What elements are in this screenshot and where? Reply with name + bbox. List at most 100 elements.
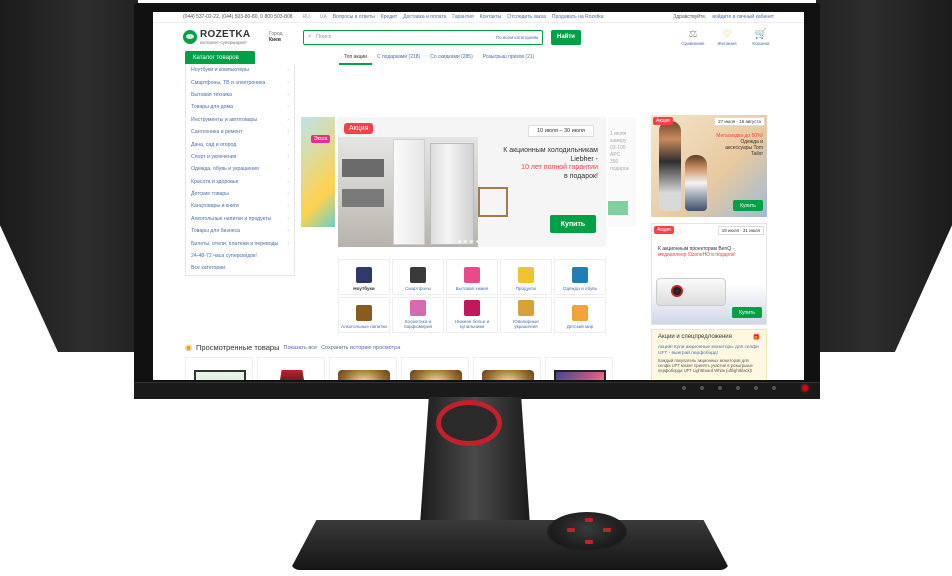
viewed-item-chair[interactable] [257,357,325,380]
monitor-button[interactable] [718,386,722,390]
catalog-item-sport[interactable]: Спорт и увлечения › [186,151,294,163]
slider-prev-preview[interactable]: Экска [301,117,335,227]
wishlist-button[interactable]: ♡ Желания [714,29,740,46]
promotion-link[interactable]: Акция! Купи акционные мониторы для селфи… [658,345,760,356]
slider-dot[interactable] [470,240,473,243]
slider-next-preview[interactable]: 1 июля камеру 03-100 APC 350 подарок [608,117,636,227]
catalog-item-clothing[interactable]: Одежда, обувь и украшения › [186,163,294,175]
product-image [482,370,534,380]
tab-prize-draws[interactable]: Розыгрыш призов (21) [478,51,540,65]
logo-text: ROZETKA интернет-супермаркет [200,28,251,45]
tile-clothing[interactable]: Одежда и обувь [554,259,606,295]
catalog-item-label: Спорт и увлечения [191,153,237,160]
monitor-button[interactable] [700,386,704,390]
topbar-link-faq[interactable]: Вопросы и ответы [333,14,375,20]
promo-slider[interactable]: Акция 10 июля – 30 июля К акционным холо… [338,117,606,247]
tile-underwear[interactable]: Нижнее белье и купальники [446,297,498,333]
tile-smartphones[interactable]: Смартфоны [392,259,444,295]
search-category-select[interactable]: По всем категориям [496,35,542,40]
lang-ru[interactable]: RU [303,14,310,20]
controller-key[interactable] [585,518,593,522]
catalog-item-garden[interactable]: Дача, сад и огород › [186,138,294,150]
topbar-link-credit[interactable]: Кредит [381,14,397,20]
tile-cosmetics[interactable]: Косметика и парфюмерия [392,297,444,333]
controller-key[interactable] [603,528,611,532]
tile-jewelry[interactable]: Ювелирные украшения [500,297,552,333]
catalog-item-tickets[interactable]: Билеты, отели, платежи и переводы › [186,237,294,249]
tile-laptops[interactable]: Ноутбуки [338,259,390,295]
banner-buy-button[interactable]: Купить [733,200,763,211]
monitor-screen: (044) 537-02-22, (044) 503-80-80, 0 800 … [153,12,804,380]
slider-buy-button[interactable]: Купить [550,215,596,233]
viewed-item-box[interactable] [329,357,397,380]
catalog-item-superdiscounts[interactable]: 24-48-72 часа суперскидок! [186,250,294,262]
catalog-item-all[interactable]: Все категории [186,262,294,274]
monitor-hood-left [0,0,138,352]
s-switch-controller[interactable] [547,512,627,552]
show-all-link[interactable]: Показать все [284,345,318,351]
tile-alcohol[interactable]: Алкогольные напитки [338,297,390,333]
topbar-link-warranty[interactable]: Гарантия [452,14,473,20]
search-button[interactable]: Найти [551,29,581,45]
search-input[interactable]: Поиск [316,34,496,40]
tab-with-gifts[interactable]: С подарками (218) [372,51,425,65]
viewed-item-monitor[interactable] [185,357,253,380]
monitor-button[interactable] [736,386,740,390]
chevron-right-icon: › [287,141,289,148]
tile-label: Одежда и обувь [562,286,598,291]
topbar-link-delivery[interactable]: Доставка и оплата [403,14,446,20]
catalog-item-beauty[interactable]: Красота и здоровье › [186,176,294,188]
city-selector[interactable]: Город Киев [269,31,295,43]
slider-dot[interactable] [458,240,461,243]
tile-household-chemicals[interactable]: Бытовая химия [446,259,498,295]
lang-ua[interactable]: UA [320,14,327,20]
shelf-image [478,187,508,217]
tile-kids[interactable]: Детский мир [554,297,606,333]
slider-dot[interactable] [476,240,479,243]
slider-dot[interactable] [464,240,467,243]
viewed-item-box[interactable] [473,357,541,380]
monitor-button[interactable] [682,386,686,390]
heart-icon: ♡ [722,28,732,40]
recently-viewed-header: ◉ Просмотренные товары Показать все Сохр… [185,343,400,352]
catalog-item-plumbing[interactable]: Сантехника и ремонт › [186,126,294,138]
catalog-item-laptops[interactable]: Ноутбуки и компьютеры › [186,64,294,76]
banner-tom-tailor[interactable]: Акция 27 июля - 16 августа Мегаскидки до… [651,115,767,217]
topbar-link-sell[interactable]: Продавать на Rozetka [552,14,604,20]
tab-top-promos[interactable]: Топ акции [339,51,372,65]
monitor-button[interactable] [754,386,758,390]
catalog-item-tools[interactable]: Инструменты и автотовары › [186,114,294,126]
catalog-item-smartphones[interactable]: Смартфоны, ТВ и электроника › [186,76,294,88]
catalog-item-home[interactable]: Товары для дома › [186,101,294,113]
kitchen-image [338,137,478,247]
topbar-link-track-order[interactable]: Отследить заказ [507,14,546,20]
viewed-item-tv[interactable] [545,357,613,380]
tab-with-discounts[interactable]: Со скидками (285) [425,51,478,65]
logo-name: ROZETKA [200,28,251,40]
monitor-button[interactable] [772,386,776,390]
login-link[interactable]: войдите в личный кабинет [712,14,774,20]
search-box[interactable]: ⌕ Поиск По всем категориям [303,29,543,45]
save-history-link[interactable]: Сохранить историю просмотра [321,345,400,351]
viewed-item-box[interactable] [401,357,469,380]
rozetka-logo[interactable]: ROZETKA интернет-супермаркет [183,28,261,45]
compare-icon: ⚖ [688,28,698,40]
banner-badge: Акция [654,226,674,234]
topbar-link-contacts[interactable]: Контакты [480,14,502,20]
catalog-item-kids[interactable]: Детские товары › [186,188,294,200]
catalog-item-stationery[interactable]: Канцтовары и книги › [186,200,294,212]
catalog-item-appliances[interactable]: Бытовая техника › [186,89,294,101]
cart-button[interactable]: 🛒 Корзина [748,29,774,46]
banner-buy-button[interactable]: Купить [732,307,762,318]
category-tiles: Ноутбуки Смартфоны Бытовая химия Продукт… [338,259,606,333]
catalog-button[interactable]: Каталог товаров [185,51,255,64]
underwear-icon [464,300,480,316]
controller-key[interactable] [585,540,593,544]
banner-benq[interactable]: Акция 19 июля - 31 июля К акционным прое… [651,223,767,325]
compare-button[interactable]: ⚖ Сравнение [680,29,706,46]
tile-groceries[interactable]: Продукты [500,259,552,295]
catalog-item-alcohol[interactable]: Алкогольные напитки и продукты › [186,213,294,225]
catalog-item-business[interactable]: Товары для бизнеса › [186,225,294,237]
power-indicator[interactable] [802,385,808,391]
controller-key[interactable] [567,528,575,532]
